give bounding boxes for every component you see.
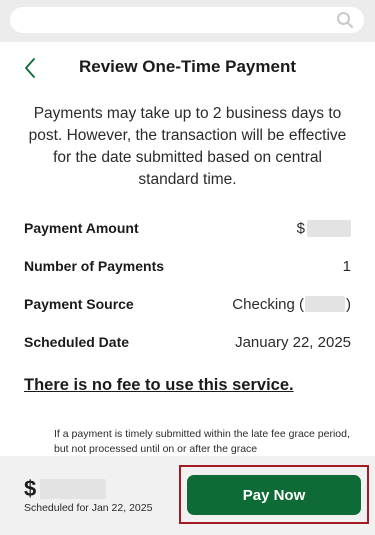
footer-amount: $ (24, 476, 107, 502)
number-of-payments-row: Number of Payments 1 (24, 255, 351, 277)
footer-amount-currency: $ (24, 476, 37, 501)
payment-amount-row: Payment Amount $ (24, 217, 351, 239)
scheduled-date-label: Scheduled Date (24, 334, 130, 350)
payment-amount-currency: $ (296, 219, 305, 237)
search-input[interactable] (10, 7, 364, 33)
footer-bar: $ Scheduled for Jan 22, 2025 Pay Now (0, 456, 375, 535)
payment-source-value: Checking ( ) (232, 296, 351, 313)
scheduled-date-value: January 22, 2025 (235, 333, 351, 351)
number-of-payments-label: Number of Payments (24, 258, 165, 274)
payment-source-prefix: Checking ( (232, 295, 304, 313)
payment-amount-value: $ (296, 219, 351, 237)
payment-source-label: Payment Source (24, 296, 134, 312)
page-header: Review One-Time Payment (0, 42, 375, 94)
number-of-payments-value: 1 (342, 257, 351, 275)
payment-source-row: Payment Source Checking ( ) (24, 293, 351, 315)
redacted-amount (307, 219, 351, 237)
processing-notice: Payments may take up to 2 business days … (28, 105, 347, 188)
page-title: Review One-Time Payment (79, 57, 296, 76)
scheduled-for-text: Scheduled for Jan 22, 2025 (24, 502, 153, 514)
redacted-account (305, 296, 345, 312)
scheduled-date-row: Scheduled Date January 22, 2025 (24, 331, 351, 353)
pay-now-highlight: Pay Now (179, 465, 369, 524)
redacted-footer-amount (40, 479, 107, 499)
pay-now-button[interactable]: Pay Now (187, 475, 361, 515)
payment-amount-label: Payment Amount (24, 220, 139, 236)
top-bar (0, 0, 375, 42)
fee-notice: There is no fee to use this service. (24, 376, 294, 394)
search-icon[interactable] (336, 11, 354, 29)
grace-period-fine-print: If a payment is timely submitted within … (54, 428, 350, 455)
payment-source-suffix: ) (346, 295, 351, 313)
